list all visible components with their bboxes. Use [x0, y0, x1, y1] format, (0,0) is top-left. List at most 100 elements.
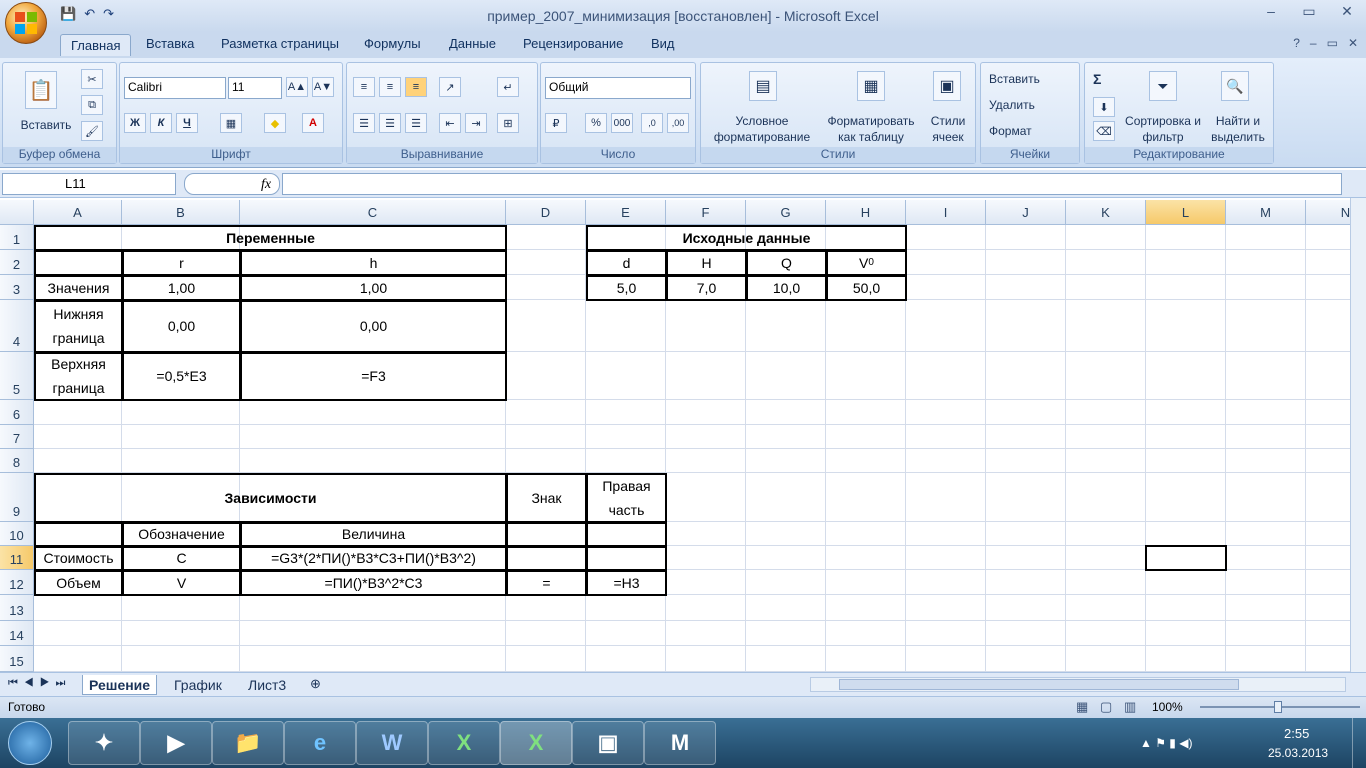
- view-layout-icon[interactable]: ▢: [1100, 699, 1112, 715]
- align-bottom-icon[interactable]: ≡: [405, 77, 427, 97]
- find-select-button[interactable]: Найти и выделить: [1205, 113, 1271, 145]
- cell-b4[interactable]: 0,00: [124, 301, 239, 351]
- cell-b12[interactable]: V: [124, 571, 239, 594]
- header-source-data[interactable]: Исходные данные: [588, 226, 905, 249]
- format-painter-icon[interactable]: 🖌: [81, 121, 103, 141]
- cell-c3[interactable]: 1,00: [242, 276, 505, 299]
- sheet-tab-chart[interactable]: График: [168, 675, 228, 695]
- column-header-l[interactable]: L: [1146, 200, 1226, 225]
- cell-a4[interactable]: Нижняя граница: [36, 301, 121, 351]
- start-button[interactable]: [8, 721, 52, 765]
- autosum-button[interactable]: Σ: [1093, 71, 1101, 87]
- thousands-button[interactable]: 000: [611, 113, 633, 133]
- cell-d9[interactable]: Знак: [508, 474, 585, 521]
- help-icon[interactable]: ?: [1293, 36, 1300, 50]
- show-desktop-button[interactable]: [1352, 718, 1366, 768]
- cell-h3[interactable]: 50,0: [828, 276, 905, 299]
- cell-g2[interactable]: Q: [748, 251, 825, 274]
- cell-a11[interactable]: Стоимость: [36, 547, 121, 569]
- select-all-corner[interactable]: [0, 200, 34, 225]
- cell-a3[interactable]: Значения: [36, 276, 121, 299]
- column-header-g[interactable]: G: [746, 200, 826, 225]
- row-header-10[interactable]: 10: [0, 522, 34, 546]
- row-header-15[interactable]: 15: [0, 646, 34, 672]
- font-name-select[interactable]: Calibri: [124, 77, 226, 99]
- tab-insert[interactable]: Вставка: [146, 36, 194, 51]
- font-color-icon[interactable]: A: [302, 113, 324, 133]
- align-middle-icon[interactable]: ≡: [379, 77, 401, 97]
- row-header-8[interactable]: 8: [0, 449, 34, 473]
- scroll-thumb[interactable]: [839, 679, 1239, 690]
- cell-c10[interactable]: Величина: [242, 523, 505, 545]
- increase-indent-icon[interactable]: ⇥: [465, 113, 487, 133]
- cell-f2[interactable]: H: [668, 251, 745, 274]
- cell-styles-button[interactable]: Стили ячеек: [923, 113, 973, 145]
- taskbar-app-icon[interactable]: ✦: [68, 721, 140, 765]
- sheet-nav-icon[interactable]: ⏮◀▶⏭: [8, 677, 71, 690]
- percent-button[interactable]: %: [585, 113, 607, 133]
- bold-button[interactable]: Ж: [124, 113, 146, 133]
- tab-review[interactable]: Рецензирование: [523, 36, 623, 51]
- borders-icon[interactable]: ▦: [220, 113, 242, 133]
- sheet-tab-solution[interactable]: Решение: [82, 675, 158, 695]
- zoom-slider[interactable]: [1200, 701, 1360, 713]
- delete-cells-button[interactable]: Удалить: [989, 97, 1077, 113]
- align-center-icon[interactable]: ☰: [379, 113, 401, 133]
- row-header-4[interactable]: 4: [0, 300, 34, 352]
- header-variables[interactable]: Переменные: [36, 226, 505, 249]
- cell-e3[interactable]: 5,0: [588, 276, 665, 299]
- tab-data[interactable]: Данные: [449, 36, 496, 51]
- column-header-n[interactable]: N: [1306, 200, 1350, 225]
- format-as-table-button[interactable]: Форматировать как таблицу: [823, 113, 919, 145]
- excel-active-icon[interactable]: X: [500, 721, 572, 765]
- column-header-j[interactable]: J: [986, 200, 1066, 225]
- mathcad-icon[interactable]: M: [644, 721, 716, 765]
- currency-icon[interactable]: ₽: [545, 113, 567, 133]
- tab-view[interactable]: Вид: [651, 36, 675, 51]
- view-normal-icon[interactable]: ▦: [1076, 699, 1088, 715]
- excel-icon[interactable]: X: [428, 721, 500, 765]
- column-header-e[interactable]: E: [586, 200, 666, 225]
- paste-button[interactable]: Вставить: [11, 117, 81, 133]
- row-header-9[interactable]: 9: [0, 473, 34, 522]
- horizontal-scrollbar[interactable]: [810, 677, 1346, 692]
- column-header-k[interactable]: K: [1066, 200, 1146, 225]
- cell-c4[interactable]: 0,00: [242, 301, 505, 351]
- cell-a12[interactable]: Объем: [36, 571, 121, 594]
- row-header-12[interactable]: 12: [0, 570, 34, 595]
- cell-c2[interactable]: h: [242, 251, 505, 274]
- row-header-2[interactable]: 2: [0, 250, 34, 275]
- name-box[interactable]: L11: [2, 173, 176, 195]
- tray-icons[interactable]: ▲ ⚑ ▮ ◀): [1140, 736, 1192, 750]
- office-button[interactable]: [5, 2, 47, 44]
- cell-b11[interactable]: C: [124, 547, 239, 569]
- find-select-icon[interactable]: 🔍: [1221, 71, 1249, 101]
- cell-c11[interactable]: =G3*(2*ПИ()*B3*C3+ПИ()*B3^2): [242, 547, 505, 569]
- wrap-text-icon[interactable]: ↵: [497, 77, 519, 97]
- merge-center-icon[interactable]: ⊞: [497, 113, 519, 133]
- align-top-icon[interactable]: ≡: [353, 77, 375, 97]
- number-format-select[interactable]: Общий: [545, 77, 691, 99]
- orientation-icon[interactable]: ↗: [439, 77, 461, 97]
- fill-icon[interactable]: ⬇: [1093, 97, 1115, 117]
- row-header-3[interactable]: 3: [0, 275, 34, 300]
- sort-filter-icon[interactable]: ⏷: [1149, 71, 1177, 101]
- spreadsheet-grid[interactable]: ABCDEFGHIJKLMN 1 2 3 4 5 6 7 8 9 10 11 12 13 14 15 Пер…: [0, 200, 1350, 672]
- tab-page-layout[interactable]: Разметка страницы: [221, 36, 339, 51]
- close-button[interactable]: ✕: [1328, 0, 1366, 22]
- conditional-format-icon[interactable]: ▤: [749, 71, 777, 101]
- cell-a5[interactable]: Верхняя граница: [36, 353, 121, 399]
- clear-icon[interactable]: ⌫: [1093, 121, 1115, 141]
- cell-c5[interactable]: =F3: [242, 353, 505, 399]
- column-header-m[interactable]: M: [1226, 200, 1306, 225]
- column-header-h[interactable]: H: [826, 200, 906, 225]
- insert-function-icon[interactable]: fx: [261, 177, 271, 193]
- column-header-c[interactable]: C: [240, 200, 506, 225]
- underline-button[interactable]: Ч: [176, 113, 198, 133]
- row-header-13[interactable]: 13: [0, 595, 34, 621]
- active-cell-l11[interactable]: [1145, 545, 1227, 571]
- cell-c12[interactable]: =ПИ()*B3^2*C3: [242, 571, 505, 594]
- row-header-6[interactable]: 6: [0, 400, 34, 425]
- minimize-button[interactable]: –: [1252, 0, 1290, 22]
- cell-styles-icon[interactable]: ▣: [933, 71, 961, 101]
